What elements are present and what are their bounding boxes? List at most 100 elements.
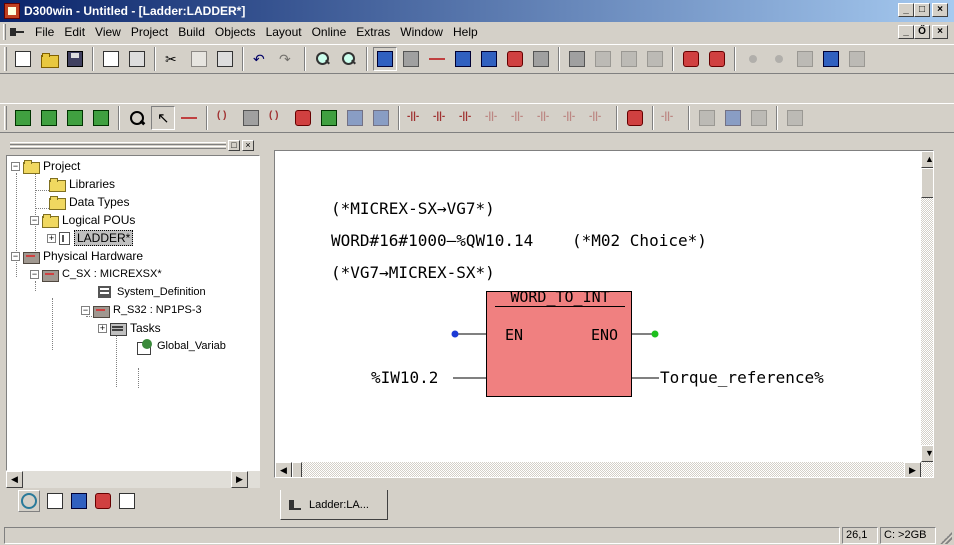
contact-pos-icon[interactable] bbox=[457, 106, 481, 130]
branch-icon[interactable] bbox=[695, 106, 719, 130]
minimize-button[interactable]: _ bbox=[898, 3, 914, 17]
line-icon[interactable] bbox=[177, 106, 201, 130]
tree-node-logical-pous[interactable]: − Logical POUs bbox=[30, 211, 135, 229]
print-preview-icon[interactable] bbox=[99, 47, 123, 71]
menu-edit[interactable]: Edit bbox=[59, 25, 90, 39]
tree-node-physical-hardware[interactable]: − Physical Hardware bbox=[11, 247, 143, 265]
output-variable[interactable]: Torque_reference% bbox=[660, 368, 824, 387]
minimize-icon[interactable] bbox=[399, 47, 423, 71]
tree-horizontal-scrollbar[interactable]: ◀ ▶ bbox=[6, 471, 260, 488]
tab-project-tree[interactable] bbox=[18, 490, 40, 512]
scroll-up-icon[interactable]: ▲ bbox=[921, 151, 933, 168]
grid-icon[interactable] bbox=[767, 47, 791, 71]
ladder-canvas[interactable]: (*MICREX-SX→VG7*) WORD#16#1000—%QW10.14 … bbox=[274, 150, 934, 478]
insert-rung-icon[interactable] bbox=[11, 106, 35, 130]
scroll-down-icon[interactable]: ▼ bbox=[921, 445, 933, 462]
function-block-word-to-int[interactable]: WORD_TO_INT EN ENO bbox=[486, 288, 632, 397]
tree-node-libraries[interactable]: Libraries bbox=[49, 175, 115, 193]
menu-online[interactable]: Online bbox=[307, 25, 352, 39]
resource-icon[interactable] bbox=[679, 47, 703, 71]
insert-below-icon[interactable] bbox=[63, 106, 87, 130]
reset-coil-icon[interactable] bbox=[659, 106, 683, 130]
tab-io-tree[interactable] bbox=[116, 490, 138, 512]
cut-icon[interactable]: ✂ bbox=[161, 47, 185, 71]
set-coil-icon[interactable] bbox=[623, 106, 647, 130]
online-icon[interactable] bbox=[529, 47, 553, 71]
tree-node-ladder[interactable]: + LADDER* bbox=[47, 229, 134, 247]
scroll-right-icon[interactable]: ▶ bbox=[904, 462, 921, 477]
run-once-icon[interactable] bbox=[747, 106, 771, 130]
scroll-right-icon[interactable]: ▶ bbox=[231, 471, 248, 488]
toolbar2-grip[interactable] bbox=[4, 106, 7, 130]
window-icon[interactable] bbox=[373, 47, 397, 71]
en-input-dot[interactable] bbox=[451, 330, 459, 338]
collapse-icon[interactable]: − bbox=[30, 215, 39, 225]
jump-icon[interactable] bbox=[239, 106, 263, 130]
collapse-icon[interactable]: − bbox=[11, 161, 20, 171]
redo-icon[interactable]: ↷ bbox=[275, 47, 299, 71]
collapse-icon[interactable]: − bbox=[11, 251, 20, 261]
contact-parallel-icon[interactable] bbox=[535, 106, 559, 130]
insert-above-icon[interactable] bbox=[37, 106, 61, 130]
tree-node-configuration[interactable]: − C_SX : MICREXSX* bbox=[30, 265, 162, 283]
variable2-icon[interactable] bbox=[369, 106, 393, 130]
new-icon[interactable] bbox=[11, 47, 35, 71]
setup-icon[interactable] bbox=[793, 47, 817, 71]
eno-output-dot[interactable] bbox=[651, 330, 659, 338]
debug-icon[interactable] bbox=[565, 47, 589, 71]
editor-horizontal-scrollbar[interactable]: ◀ ▶ bbox=[275, 462, 921, 477]
make-icon[interactable] bbox=[477, 47, 501, 71]
expand-icon[interactable]: + bbox=[98, 323, 107, 333]
menu-file[interactable]: File bbox=[30, 25, 59, 39]
fb-icon[interactable] bbox=[317, 106, 341, 130]
input-variable[interactable]: %IW10.2 bbox=[371, 368, 438, 387]
collapse-icon[interactable]: − bbox=[30, 269, 39, 279]
compile-icon[interactable] bbox=[451, 47, 475, 71]
tab-task-tree[interactable] bbox=[92, 490, 114, 512]
mdi-minimize-button[interactable]: _ bbox=[898, 25, 914, 39]
menu-window[interactable]: Window bbox=[395, 25, 448, 39]
connect-icon[interactable] bbox=[213, 106, 237, 130]
print-icon[interactable] bbox=[125, 47, 149, 71]
tab-library-tree[interactable] bbox=[68, 490, 90, 512]
menu-objects[interactable]: Objects bbox=[210, 25, 261, 39]
menu-grip[interactable] bbox=[3, 24, 6, 40]
expand-icon[interactable]: + bbox=[47, 233, 56, 243]
zoom-in-icon[interactable] bbox=[311, 47, 335, 71]
app-icon[interactable] bbox=[4, 3, 20, 19]
document-icon[interactable] bbox=[10, 26, 24, 38]
toolbar-grip[interactable] bbox=[4, 47, 7, 71]
return-icon[interactable] bbox=[265, 106, 289, 130]
contact-n-icon[interactable] bbox=[509, 106, 533, 130]
delete-rung-icon[interactable] bbox=[89, 106, 113, 130]
function-icon[interactable] bbox=[291, 106, 315, 130]
window-tab-ladder[interactable]: Ladder:LA... bbox=[280, 490, 388, 520]
tree-node-resource[interactable]: − R_S32 : NP1PS-3 bbox=[81, 301, 202, 319]
find-icon[interactable] bbox=[125, 106, 149, 130]
scroll-thumb[interactable] bbox=[921, 168, 933, 198]
monitor-icon[interactable] bbox=[591, 47, 615, 71]
tree-node-project[interactable]: − Project bbox=[11, 157, 80, 175]
copy-icon[interactable] bbox=[187, 47, 211, 71]
tools-icon[interactable] bbox=[425, 47, 449, 71]
tab-instance-tree[interactable] bbox=[44, 490, 66, 512]
tree-node-tasks[interactable]: + Tasks bbox=[98, 319, 161, 337]
editor-vertical-scrollbar[interactable]: ▲ ▼ bbox=[921, 151, 933, 477]
run-icon[interactable] bbox=[705, 47, 729, 71]
view-toolbar-icon[interactable] bbox=[845, 47, 869, 71]
mdi-restore-button[interactable]: Ő bbox=[914, 25, 930, 39]
zoom-out-icon[interactable] bbox=[337, 47, 361, 71]
open-icon[interactable] bbox=[37, 47, 61, 71]
upload-icon[interactable] bbox=[617, 47, 641, 71]
save-all-icon[interactable] bbox=[783, 106, 807, 130]
scroll-left-icon[interactable]: ◀ bbox=[6, 471, 23, 488]
comment-icon[interactable] bbox=[721, 106, 745, 130]
save-icon[interactable] bbox=[63, 47, 87, 71]
panel-restore-button[interactable]: □ bbox=[228, 140, 240, 151]
collapse-icon[interactable]: − bbox=[81, 305, 90, 315]
hscroll-thumb[interactable] bbox=[292, 462, 302, 477]
panel-close-button[interactable]: × bbox=[242, 140, 254, 151]
mdi-close-button[interactable]: × bbox=[932, 25, 948, 39]
io-icon[interactable] bbox=[819, 47, 843, 71]
close-button[interactable]: × bbox=[932, 3, 948, 17]
